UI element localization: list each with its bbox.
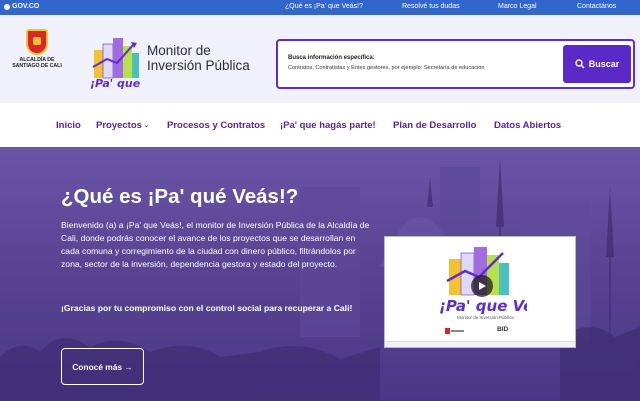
nav-item-datos-abiertos[interactable]: Datos Abiertos	[494, 120, 561, 131]
topbar-link-que-es[interactable]: ¿Qué es ¡Pa' que Veás!?	[285, 3, 363, 10]
main-nav: Inicio Proyectos ⌄ Procesos y Contratos ¡…	[0, 103, 640, 147]
alcaldia-small-logo-icon	[445, 328, 464, 334]
cali-shield-icon	[26, 29, 48, 55]
hero-title: ¿Qué es ¡Pa' qué Veás!?	[61, 185, 299, 208]
nav-item-label: Datos Abiertos	[494, 120, 562, 131]
gov-co-logo[interactable]: GOV.CO	[4, 3, 39, 10]
site-header: ALCALDÍA DE SANTIAGO DE CALI ¡Pa' que Ve…	[0, 15, 640, 103]
search-button[interactable]: Buscar	[563, 45, 631, 83]
hero-thanks-text: ¡Gracias por tu compromiso con el contro…	[61, 303, 353, 313]
nav-item-inicio[interactable]: Inicio	[56, 120, 81, 131]
video-subtitle: Monitor de Inversión Pública	[457, 315, 514, 320]
nav-item-plan-desarrollo[interactable]: Plan de Desarrollo	[393, 120, 476, 131]
nav-item-label: Procesos y Contratos	[167, 120, 266, 131]
alcaldia-line2: SANTIAGO DE CALI	[12, 63, 62, 69]
nav-item-label: Plan de Desarrollo	[393, 120, 477, 131]
site-title-line1: Monitor de	[147, 43, 211, 58]
nav-item-label: Proyectos	[96, 120, 142, 131]
hero-section: ¿Qué es ¡Pa' qué Veás!? Bienvenido (a) a…	[0, 147, 640, 401]
topbar-link-resolve-dudas[interactable]: Resolvé tus dudas	[402, 3, 460, 10]
nav-item-label: Inicio	[56, 120, 81, 131]
conoce-mas-button[interactable]: Conocé más →	[61, 348, 144, 385]
logo-lettering: ¡Pa' que Veás!	[90, 77, 141, 90]
pa-que-veas-logo-icon[interactable]: ¡Pa' que Veás!	[87, 35, 141, 93]
bid-logo: BID	[497, 326, 509, 333]
gov-topbar: GOV.CO ¿Qué es ¡Pa' que Veás!? Resolvé t…	[0, 0, 640, 15]
video-logo-lettering: ¡Pa' que Veás!	[439, 297, 527, 315]
site-title-line2: Inversión Pública	[147, 58, 250, 73]
gov-co-label: GOV.CO	[12, 3, 40, 10]
nav-item-hagas-parte[interactable]: ¡Pa' que hagás parte!	[280, 120, 376, 131]
hero-description: Bienvenido (a) a ¡Pa' que Veás!, el moni…	[61, 220, 370, 269]
topbar-link-marco-legal[interactable]: Marco Legal	[498, 3, 537, 10]
nav-item-proyectos[interactable]: Proyectos ⌄	[96, 120, 149, 131]
site-title: Monitor de Inversión Pública	[147, 43, 250, 73]
search-button-label: Buscar	[588, 59, 620, 69]
gov-co-icon	[4, 3, 10, 10]
video-controls-bar[interactable]	[385, 341, 575, 347]
intro-video-player[interactable]: ¡Pa' que Veás! Monitor de Inversión Públ…	[384, 236, 576, 348]
nav-item-procesos-contratos[interactable]: Procesos y Contratos	[167, 120, 265, 131]
topbar-link-contactanos[interactable]: Contactános	[577, 3, 616, 10]
search-input[interactable]	[288, 63, 558, 73]
search-label: Busca información específica:	[288, 55, 375, 61]
play-icon[interactable]	[471, 275, 493, 297]
nav-item-label: ¡Pa' que hagás parte!	[280, 120, 376, 131]
search-icon	[575, 59, 585, 69]
conoce-mas-label: Conocé más →	[72, 361, 133, 372]
search-box: Busca información específica: Buscar	[276, 39, 635, 89]
chevron-down-icon: ⌄	[143, 123, 149, 129]
alcaldia-logo[interactable]: ALCALDÍA DE SANTIAGO DE CALI	[10, 29, 64, 69]
